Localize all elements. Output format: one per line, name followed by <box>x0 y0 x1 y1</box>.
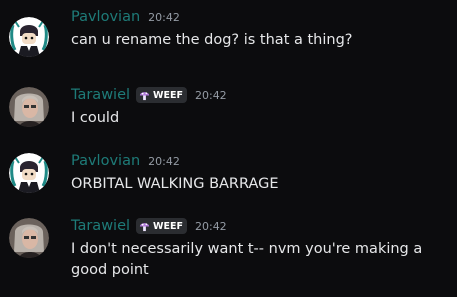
chat-message: Pavlovian 20:42 ORBITAL WALKING BARRAGE <box>0 151 457 201</box>
pavlovian-avatar-icon <box>9 17 49 57</box>
avatar[interactable] <box>9 218 49 258</box>
server-tag-badge[interactable]: WEEF <box>136 87 187 103</box>
timestamp: 20:42 <box>148 154 180 168</box>
avatar[interactable] <box>9 87 49 127</box>
chat-message: Tarawiel WEEF 20:42 I don't necessarily … <box>0 216 457 288</box>
pavlovian-avatar-icon <box>9 153 49 193</box>
chat-message: Tarawiel WEEF 20:42 I could <box>0 85 457 135</box>
tarawiel-avatar-icon <box>9 87 49 127</box>
tarawiel-avatar-icon <box>9 218 49 258</box>
username[interactable]: Pavlovian <box>71 9 140 25</box>
username[interactable]: Tarawiel <box>71 218 130 234</box>
message-text: I could <box>71 110 120 126</box>
chat-message: Pavlovian 20:42 can u rename the dog? is… <box>0 7 457 63</box>
avatar[interactable] <box>9 153 49 193</box>
mushroom-icon <box>139 222 150 231</box>
message-text: I don't necessarily want t-- nvm you're … <box>71 241 423 278</box>
server-tag-label: WEEF <box>153 89 183 101</box>
server-tag-label: WEEF <box>153 220 183 232</box>
timestamp: 20:42 <box>194 219 227 233</box>
message-text: ORBITAL WALKING BARRAGE <box>71 176 279 192</box>
mushroom-icon <box>139 91 150 100</box>
timestamp: 20:42 <box>194 88 227 102</box>
server-tag-badge[interactable]: WEEF <box>136 218 187 234</box>
timestamp: 20:42 <box>148 10 180 24</box>
avatar[interactable] <box>9 17 49 57</box>
username[interactable]: Pavlovian <box>71 153 140 169</box>
message-text: can u rename the dog? is that a thing? <box>71 32 353 48</box>
username[interactable]: Tarawiel <box>71 87 130 103</box>
